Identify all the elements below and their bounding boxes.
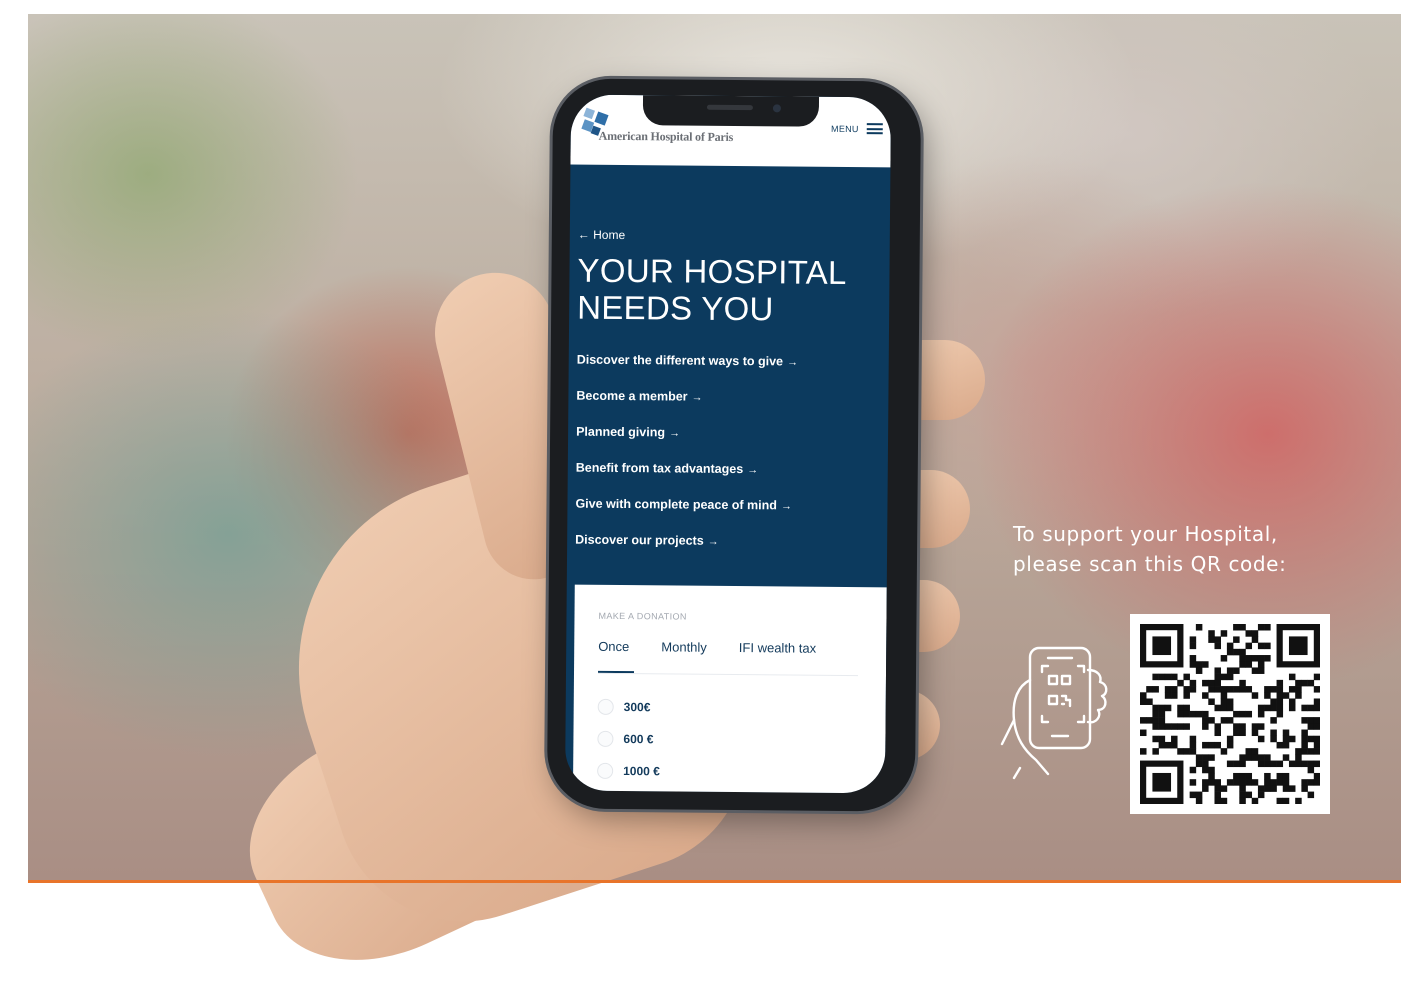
menu-button[interactable]: MENU	[831, 123, 883, 135]
amount-label: 1000 €	[623, 764, 660, 779]
phone-screen: American Hospital of Paris MENU ← Home Y…	[564, 94, 892, 794]
link-label: Discover our projects	[575, 532, 704, 548]
arrow-right-icon: →	[668, 427, 681, 440]
amount-option-600[interactable]: 600 €	[597, 730, 654, 747]
hamburger-menu-icon	[866, 123, 883, 135]
link-label: Discover the different ways to give	[576, 352, 784, 369]
hand-phone-scan-icon	[1000, 646, 1108, 780]
amount-label: 300€	[623, 700, 651, 715]
back-home-link[interactable]: ← Home	[578, 228, 625, 242]
radio-button[interactable]	[597, 698, 614, 715]
qr-call-to-action: To support your Hospital, please scan th…	[1013, 519, 1286, 579]
arrow-right-icon: →	[707, 535, 719, 548]
amount-label: 600 €	[623, 732, 654, 747]
qr-code-pattern	[1140, 624, 1320, 804]
phone-notch	[642, 95, 820, 127]
arrow-right-icon: →	[691, 391, 703, 404]
divider	[597, 672, 858, 677]
hero-title-line: NEEDS YOU	[577, 288, 774, 328]
link-label: Become a member	[576, 388, 688, 404]
tab-monthly[interactable]: Monthly	[661, 639, 707, 654]
hero-title-line: YOUR HOSPITAL	[577, 251, 847, 291]
speaker	[706, 104, 753, 111]
hero-title: YOUR HOSPITAL NEEDS YOU	[577, 252, 888, 329]
link-tax-advantages[interactable]: Benefit from tax advantages →	[576, 458, 886, 497]
link-ways-to-give[interactable]: Discover the different ways to give →	[577, 350, 887, 389]
arrow-right-icon: →	[747, 464, 759, 477]
donation-tabs: Once Monthly IFI wealth tax	[598, 639, 816, 656]
giving-links: Discover the different ways to give → Bec…	[575, 350, 887, 569]
amount-option-300[interactable]: 300€	[597, 698, 651, 715]
link-label: Give with complete peace of mind	[575, 496, 777, 513]
link-label: Planned giving	[576, 424, 666, 440]
donation-label: MAKE A DONATION	[598, 610, 687, 622]
link-our-projects[interactable]: Discover our projects →	[575, 530, 885, 569]
menu-label: MENU	[831, 123, 859, 134]
front-camera	[772, 104, 781, 113]
link-label: Benefit from tax advantages	[575, 460, 744, 477]
arrow-right-icon: →	[780, 500, 792, 513]
amount-option-1000[interactable]: 1000 €	[597, 762, 660, 780]
cta-line: please scan this QR code:	[1013, 552, 1287, 576]
link-peace-of-mind[interactable]: Give with complete peace of mind →	[575, 494, 885, 533]
tab-once[interactable]: Once	[598, 639, 629, 654]
qr-code[interactable]	[1130, 614, 1330, 814]
tab-ifi-wealth-tax[interactable]: IFI wealth tax	[739, 640, 816, 656]
donation-card: MAKE A DONATION Once Monthly IFI wealth …	[572, 584, 887, 794]
link-become-member[interactable]: Become a member →	[576, 386, 886, 425]
radio-button[interactable]	[597, 762, 614, 779]
arrow-right-icon: →	[786, 356, 799, 369]
radio-button[interactable]	[597, 730, 614, 747]
brand-name[interactable]: American Hospital of Paris	[599, 129, 734, 145]
smartphone: American Hospital of Paris MENU ← Home Y…	[546, 78, 922, 812]
link-planned-giving[interactable]: Planned giving →	[576, 422, 886, 461]
cta-line: To support your Hospital,	[1013, 522, 1278, 546]
